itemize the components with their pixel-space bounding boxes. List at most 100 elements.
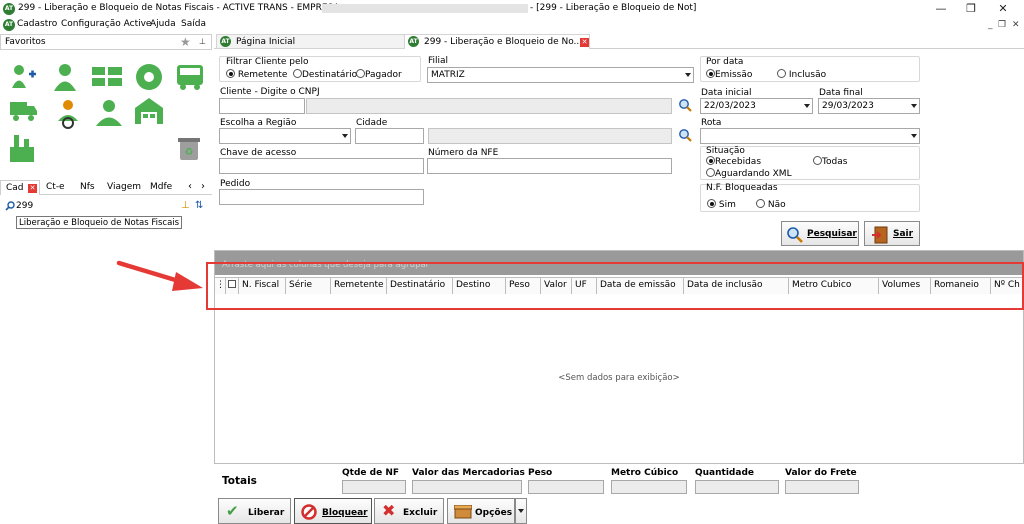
mdi-close-button[interactable]: ✕: [1012, 20, 1020, 30]
opcoes-button[interactable]: Opções: [447, 498, 515, 524]
radio-todas[interactable]: Todas: [813, 156, 847, 167]
options-box-icon: [454, 505, 472, 519]
minimize-button[interactable]: —: [926, 0, 956, 17]
filter-client-label: Filtrar Cliente pelo: [226, 57, 309, 67]
cliente-cnpj-input[interactable]: [219, 98, 305, 114]
close-tab-liberacao-icon[interactable]: ✕: [580, 38, 589, 47]
filial-value: MATRIZ: [431, 70, 465, 80]
quantidade-label: Quantidade: [695, 468, 754, 478]
close-button[interactable]: ✕: [988, 0, 1018, 17]
data-inicial-label: Data inicial: [701, 88, 752, 98]
pesquisar-button[interactable]: Pesquisar: [781, 221, 859, 246]
tab-pagina-inicial-label: Página Inicial: [236, 37, 296, 47]
block-icon: [301, 504, 317, 520]
qtde-nf-field: [342, 480, 406, 494]
bloquear-label: Bloquear: [322, 508, 368, 518]
truck-icon[interactable]: [10, 99, 38, 123]
title-bar: AT 299 - Liberação e Bloqueio de Notas F…: [0, 0, 1024, 18]
restore-button[interactable]: ❐: [956, 0, 986, 17]
tab-pagina-inicial[interactable]: AT Página Inicial: [216, 34, 406, 49]
mdi-restore-button[interactable]: ❐: [998, 20, 1006, 30]
radio-remetente[interactable]: Remetente: [226, 69, 287, 80]
excluir-button[interactable]: ✖ Excluir: [374, 498, 444, 524]
rota-select[interactable]: [700, 128, 920, 144]
tab-liberacao[interactable]: AT 299 - Liberação e Bloqueio de No... ✕: [404, 34, 590, 49]
menu-cadastro[interactable]: Cadastro: [17, 19, 57, 29]
menu-ajuda[interactable]: Ajuda: [150, 19, 176, 29]
star-icon[interactable]: ★: [180, 35, 191, 49]
sair-button[interactable]: Sair: [864, 221, 920, 246]
bloquear-button[interactable]: Bloquear: [294, 498, 372, 524]
radio-aguardando-xml[interactable]: Aguardando XML: [706, 168, 792, 179]
pedido-input[interactable]: [219, 189, 424, 205]
checkmark-icon: ✔: [226, 502, 239, 520]
steering-user-icon[interactable]: [94, 97, 124, 127]
sidebar-search-input[interactable]: 299: [16, 201, 33, 211]
radio-sim[interactable]: Sim: [707, 199, 736, 210]
radio-nao-label: Não: [767, 200, 786, 210]
excluir-label: Excluir: [403, 508, 438, 518]
radio-remetente-label: Remetente: [237, 70, 288, 80]
mdi-minimize-button[interactable]: _: [988, 20, 993, 30]
radio-todas-dot: [813, 156, 822, 165]
liberar-label: Liberar: [248, 508, 285, 518]
radio-nao[interactable]: Não: [756, 199, 786, 210]
chave-label: Chave de acesso: [220, 148, 297, 158]
favorites-label: Favoritos: [5, 37, 46, 47]
radio-emissao-dot: [706, 69, 715, 78]
radio-destinatario[interactable]: Destinatário: [293, 69, 357, 80]
liberar-button[interactable]: ✔ Liberar: [218, 498, 291, 524]
data-final-input[interactable]: 29/03/2023: [818, 98, 920, 114]
tab-mdfe[interactable]: Mdfe: [150, 182, 172, 192]
radio-inclusao[interactable]: Inclusão: [777, 69, 826, 80]
sidebar-search: 299 ⊥ ⇅: [0, 198, 212, 214]
regiao-select[interactable]: [219, 128, 351, 144]
search-result-item[interactable]: Liberação e Bloqueio de Notas Fiscais: [16, 216, 183, 229]
chave-input[interactable]: [219, 158, 424, 174]
tab-cad[interactable]: Cad ✕: [0, 180, 40, 195]
valor-frete-field: [785, 480, 859, 494]
rota-chevron-down-icon: [911, 134, 917, 138]
opcoes-dropdown-button[interactable]: [515, 498, 527, 524]
cliente-search-icon[interactable]: [678, 98, 692, 112]
cliente-name-field: [306, 98, 672, 114]
tab-scroll-right-icon[interactable]: ›: [201, 181, 205, 192]
swap-order-icon[interactable]: ⇅: [195, 200, 203, 211]
tab-nfs[interactable]: Nfs: [80, 182, 95, 192]
cidade-search-icon[interactable]: [678, 128, 692, 142]
valor-frete-label: Valor do Frete: [785, 468, 857, 478]
totals-label: Totais: [222, 475, 257, 487]
factory-icon[interactable]: [10, 135, 36, 163]
add-client-icon[interactable]: [10, 63, 38, 89]
pedido-label: Pedido: [220, 179, 251, 189]
valor-mercadorias-field: [412, 480, 522, 494]
cidade-label: Cidade: [356, 118, 388, 128]
menu-configuracao[interactable]: Configuração Active: [61, 19, 151, 29]
sort-icon[interactable]: ⊥: [181, 200, 190, 211]
radio-emissao[interactable]: Emissão: [706, 69, 752, 80]
filial-select[interactable]: MATRIZ: [427, 67, 694, 83]
menu-saida[interactable]: Saída: [181, 19, 206, 29]
close-tab-icon[interactable]: ✕: [28, 184, 37, 193]
tab-scroll-left-icon[interactable]: ‹: [188, 181, 192, 192]
numero-nfe-input[interactable]: [427, 158, 672, 174]
user-icon[interactable]: [52, 63, 78, 91]
radio-pagador[interactable]: Pagador: [356, 69, 402, 80]
radio-inclusao-dot: [777, 69, 786, 78]
tab-cte[interactable]: Ct-e: [46, 182, 65, 192]
tab-viagem[interactable]: Viagem: [107, 182, 141, 192]
data-inicial-input[interactable]: 22/03/2023: [700, 98, 813, 114]
pin-icon[interactable]: ⊥: [199, 37, 206, 46]
bus-icon[interactable]: [175, 63, 205, 91]
radio-pagador-label: Pagador: [365, 70, 402, 80]
highlight-rectangle: [206, 262, 1024, 310]
fleet-icon[interactable]: [92, 65, 124, 89]
driver-icon[interactable]: [56, 99, 80, 129]
pesquisar-label: Pesquisar: [807, 229, 857, 239]
tire-icon[interactable]: [135, 63, 163, 91]
warehouse-icon[interactable]: [134, 97, 164, 125]
cidade-code-input[interactable]: [355, 128, 424, 144]
recycle-bin-icon[interactable]: ♻: [177, 135, 201, 161]
radio-todas-label: Todas: [822, 157, 848, 167]
radio-recebidas[interactable]: Recebidas: [706, 156, 761, 167]
